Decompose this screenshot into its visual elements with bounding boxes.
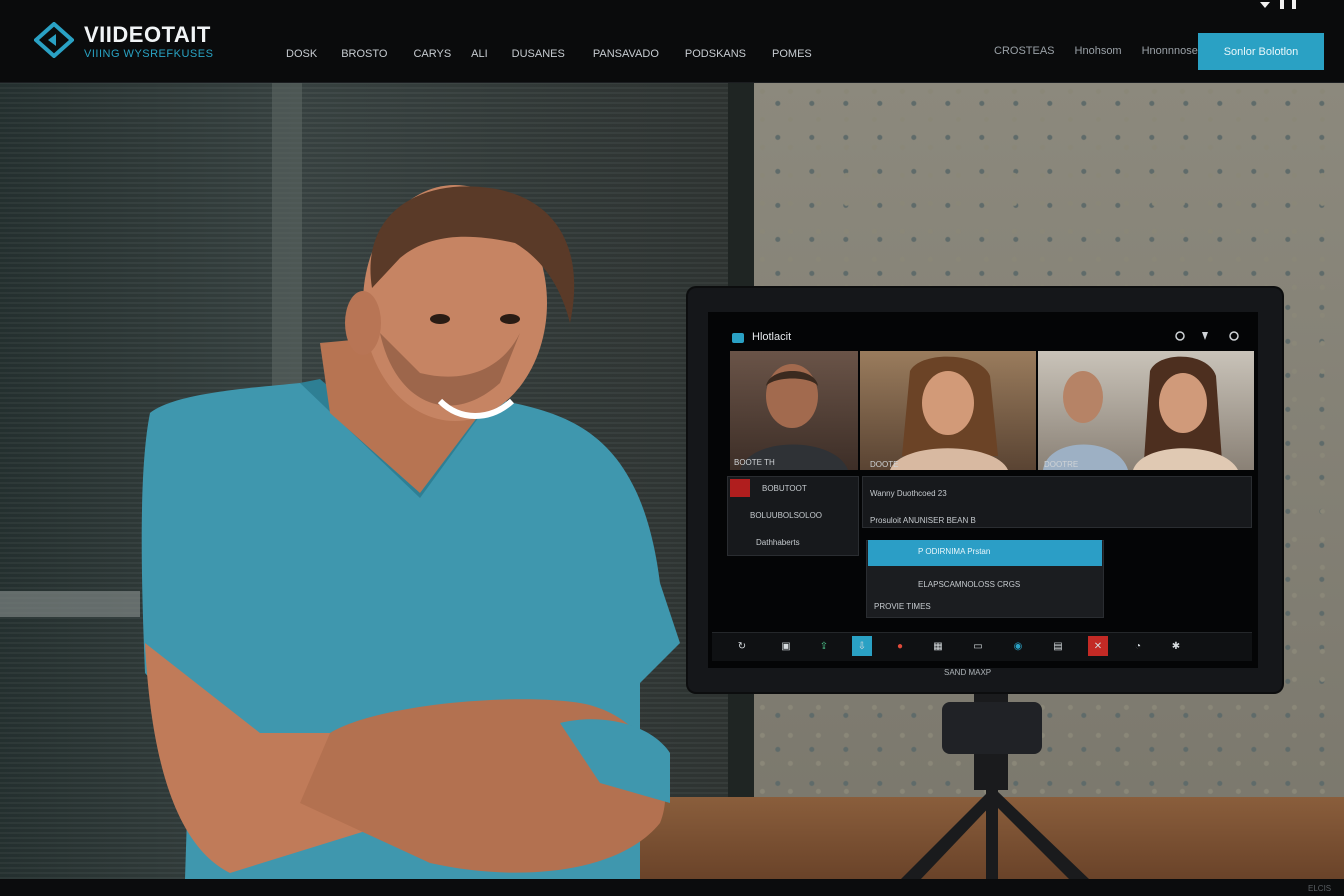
grid-icon[interactable]: ▦ xyxy=(928,636,948,656)
end-call-icon[interactable]: ✕ xyxy=(1088,636,1108,656)
power-icon[interactable] xyxy=(1229,331,1239,341)
filter-icon[interactable] xyxy=(1202,332,1208,340)
corner-label: ELCIS xyxy=(1308,884,1332,893)
video-tile-3[interactable] xyxy=(1038,351,1254,470)
download-icon[interactable]: ⇩ xyxy=(852,636,872,656)
settings-icon[interactable] xyxy=(1175,331,1185,341)
video-tile-1[interactable] xyxy=(730,351,858,470)
app-title: Hlotlacit xyxy=(752,331,792,343)
share-icon[interactable]: ⇪ xyxy=(814,636,834,656)
call-header-text: P ODIRNIMA Prstan xyxy=(918,547,991,556)
chat-icon[interactable]: ▭ xyxy=(968,636,988,656)
timer-icon[interactable]: ◔ xyxy=(1128,636,1148,656)
camera-icon[interactable]: ▣ xyxy=(776,636,796,656)
window-controls xyxy=(1175,331,1239,341)
settings-icon[interactable]: ✱ xyxy=(1166,636,1186,656)
call-row: ELAPSCAMNOLOSS CRGS xyxy=(918,580,1021,589)
chat-row-2: Prosuloit ANUNISER BEAN B xyxy=(870,516,976,525)
call-row-2: PROVIE TIMES xyxy=(874,602,931,611)
participant-row-1[interactable]: BOBUTOOT xyxy=(762,484,807,493)
app-logo-icon xyxy=(732,333,744,343)
tile-label-3: DOOTRE xyxy=(1044,460,1079,469)
bottom-strip xyxy=(0,879,1344,896)
record-button-icon[interactable]: ● xyxy=(890,636,910,656)
record-icon[interactable] xyxy=(730,479,750,497)
participants-avatars xyxy=(1043,356,1238,470)
participant-avatar xyxy=(890,356,1008,470)
participant-avatar xyxy=(740,364,848,470)
video-tile-2[interactable] xyxy=(860,351,1036,470)
tile-label-2: DOOTE xyxy=(870,460,899,469)
refresh-icon[interactable]: ↻ xyxy=(732,636,752,656)
chat-row-1: Wanny Duothcoed 23 xyxy=(870,489,947,498)
tile-label-1: BOOTE TH xyxy=(734,458,775,467)
participant-row-2[interactable]: BOLUUBOLSOLOO xyxy=(750,511,822,520)
globe-icon[interactable]: ◉ xyxy=(1008,636,1028,656)
participant-row-3[interactable]: Dathhaberts xyxy=(756,538,800,547)
screen-icon[interactable]: ▤ xyxy=(1048,636,1068,656)
monitor-brand: SAND MAXP xyxy=(944,668,992,677)
